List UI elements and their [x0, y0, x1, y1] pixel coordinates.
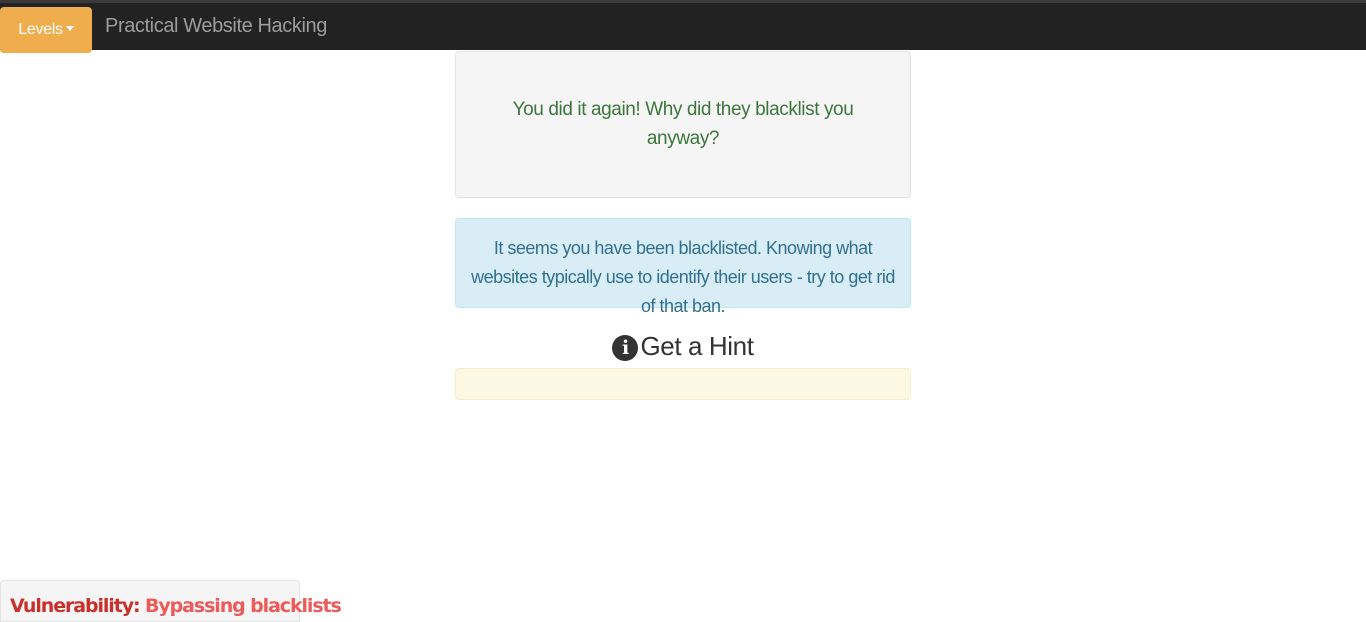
vulnerability-label: Vulnerability:: [10, 595, 141, 617]
vulnerability-name: Bypassing blacklists: [145, 595, 342, 617]
get-hint-toggle[interactable]: i Get a Hint: [455, 328, 911, 364]
navbar: Levels Practical Website Hacking: [0, 0, 1366, 53]
info-alert: It seems you have been blacklisted. Know…: [455, 218, 911, 316]
navbar-brand[interactable]: Practical Website Hacking: [105, 14, 327, 38]
caret-down-icon: [65, 26, 74, 32]
hint-panel: [455, 368, 911, 400]
success-message: You did it again! Why did they blacklist…: [455, 51, 911, 198]
levels-dropdown-button[interactable]: Levels: [0, 7, 92, 53]
levels-label: Levels: [18, 21, 63, 38]
info-circle-icon: i: [612, 335, 639, 361]
get-hint-label: Get a Hint: [640, 331, 754, 361]
vulnerability-box: Vulnerability: Bypassing blacklists: [0, 580, 342, 622]
